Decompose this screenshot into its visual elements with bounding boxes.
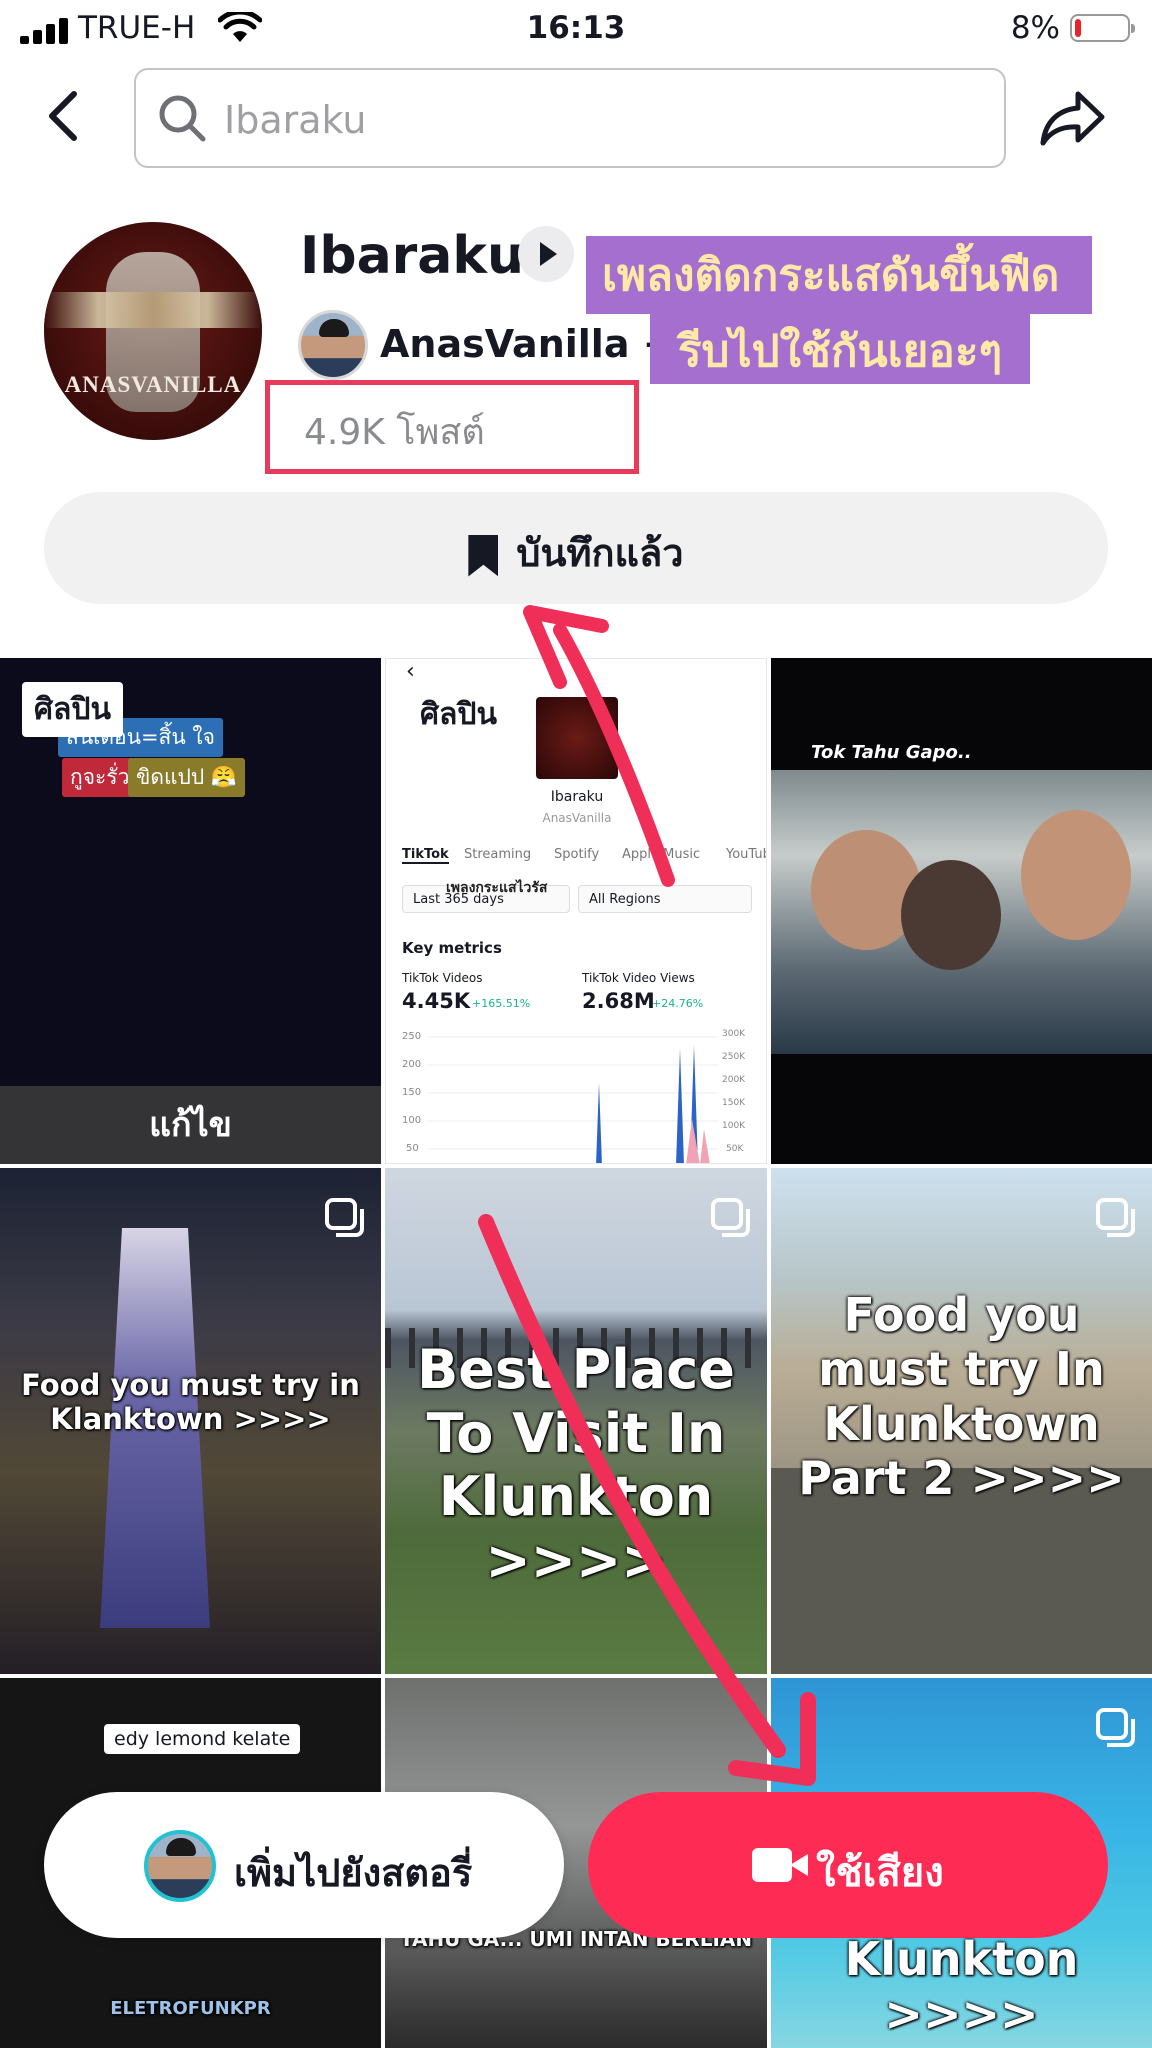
- user-avatar: [144, 1830, 216, 1902]
- mini-tab: Streaming: [464, 847, 532, 862]
- artist-avatar: [298, 310, 368, 380]
- video-tile[interactable]: สนเดือน=สิ้น ใจ กูจะรั่ว ขิดแปป 😤 ศิลปิน…: [0, 658, 381, 1164]
- artist-badge: ศิลปิน: [420, 697, 497, 732]
- top-nav: Ibaraku: [0, 66, 1152, 168]
- video-tile[interactable]: Tok Tahu Gapo..: [771, 658, 1152, 1164]
- battery-icon: [1070, 14, 1135, 42]
- search-placeholder: Ibaraku: [224, 98, 367, 142]
- battery-percent: 8%: [1010, 10, 1060, 46]
- mini-back-icon: ‹: [406, 659, 415, 684]
- video-tile[interactable]: Food you must try in Klanktown >>>>: [0, 1168, 381, 1674]
- cover-text: ANASVANILLA: [64, 372, 242, 397]
- mini-tab: Apple Music: [622, 847, 701, 862]
- use-sound-label: ใช้เสียง: [816, 1850, 944, 1896]
- saved-label: บันทึกแล้ว: [516, 531, 684, 575]
- back-icon[interactable]: [36, 86, 96, 146]
- add-to-story-label: เพิ่มไปยังสตอรี่: [234, 1851, 473, 1895]
- edit-button[interactable]: แก้ไข: [0, 1086, 381, 1164]
- tile-bottom-text: ELETROFUNKPR: [110, 1998, 271, 2019]
- mini-filter: All Regions: [578, 885, 752, 913]
- saved-button[interactable]: บันทึกแล้ว: [44, 492, 1108, 604]
- mini-metric-delta: +165.51%: [472, 997, 531, 1010]
- tile-caption: Food you must try in Klanktown >>>>: [21, 1368, 360, 1437]
- promo-banner-line2: รีบไปใช้กันเยอะๆ: [650, 312, 1030, 384]
- tile-title: Tok Tahu Gapo..: [811, 742, 972, 763]
- carousel-icon: [1096, 1198, 1135, 1237]
- tile-thumbnail: [771, 770, 1152, 1054]
- mini-sound-name: Ibaraku: [550, 789, 604, 805]
- tile-chip: ขิดแปป 😤: [128, 758, 246, 797]
- status-bar: TRUE-H 16:13 8%: [0, 0, 1152, 58]
- mini-metric-delta: +24.76%: [652, 997, 704, 1010]
- video-camera-icon: [752, 1848, 808, 1882]
- mini-tab: YouTube: [726, 847, 766, 862]
- mini-overlay-text: เพลงกระแสไวรัส: [446, 880, 548, 896]
- tile-caption: Best Place To Visit In Klunkton >>>>: [417, 1338, 735, 1593]
- mini-chart: [428, 1036, 718, 1163]
- promo-banner-line1: เพลงติดกระแสดันขึ้นฟีด: [586, 236, 1092, 314]
- clock: 16:13: [526, 10, 626, 46]
- add-to-story-button[interactable]: เพิ่มไปยังสตอรี่: [44, 1792, 564, 1938]
- carousel-icon: [1096, 1708, 1135, 1747]
- sound-cover-image: ANASVANILLA: [44, 222, 262, 440]
- share-icon[interactable]: [1038, 88, 1108, 148]
- posts-highlight-box: 4.9K โพสต์: [265, 380, 639, 474]
- sound-title: Ibaraku: [300, 226, 524, 286]
- posts-count: 4.9K โพสต์: [304, 412, 485, 453]
- mini-metric-value: 4.45K: [402, 989, 471, 1013]
- tile-chip: กูจะรั่ว: [62, 758, 138, 797]
- video-tile[interactable]: Best Place To Visit In Klunkton >>>>: [385, 1168, 767, 1674]
- mini-metric-value: 2.68M: [582, 989, 655, 1013]
- use-sound-button[interactable]: ใช้เสียง: [588, 1792, 1108, 1938]
- mini-metrics-title: Key metrics: [402, 939, 502, 957]
- tile-caption: Food you must try In Klunktown Part 2 >>…: [798, 1288, 1125, 1505]
- search-input[interactable]: Ibaraku: [134, 68, 1006, 168]
- search-icon: [159, 95, 206, 142]
- mini-metric-label: TikTok Videos: [402, 971, 483, 985]
- mini-cover-image: [536, 697, 618, 779]
- bookmark-icon: [468, 534, 499, 577]
- video-tile[interactable]: ‹ ศิลปิน Ibaraku AnasVanilla TikTok Stre…: [385, 658, 767, 1164]
- play-preview-button[interactable]: [518, 226, 574, 282]
- video-tile[interactable]: Food you must try In Klunktown Part 2 >>…: [771, 1168, 1152, 1674]
- artist-badge: ศิลปิน: [22, 682, 123, 737]
- mini-artist: AnasVanilla: [542, 811, 612, 825]
- carousel-icon: [711, 1198, 750, 1237]
- tile-label: edy lemond kelate: [104, 1724, 301, 1754]
- mini-tab: Spotify: [554, 847, 600, 862]
- carousel-icon: [325, 1198, 364, 1237]
- mini-metric-label: TikTok Video Views: [582, 971, 695, 985]
- mini-tab: TikTok: [402, 847, 449, 864]
